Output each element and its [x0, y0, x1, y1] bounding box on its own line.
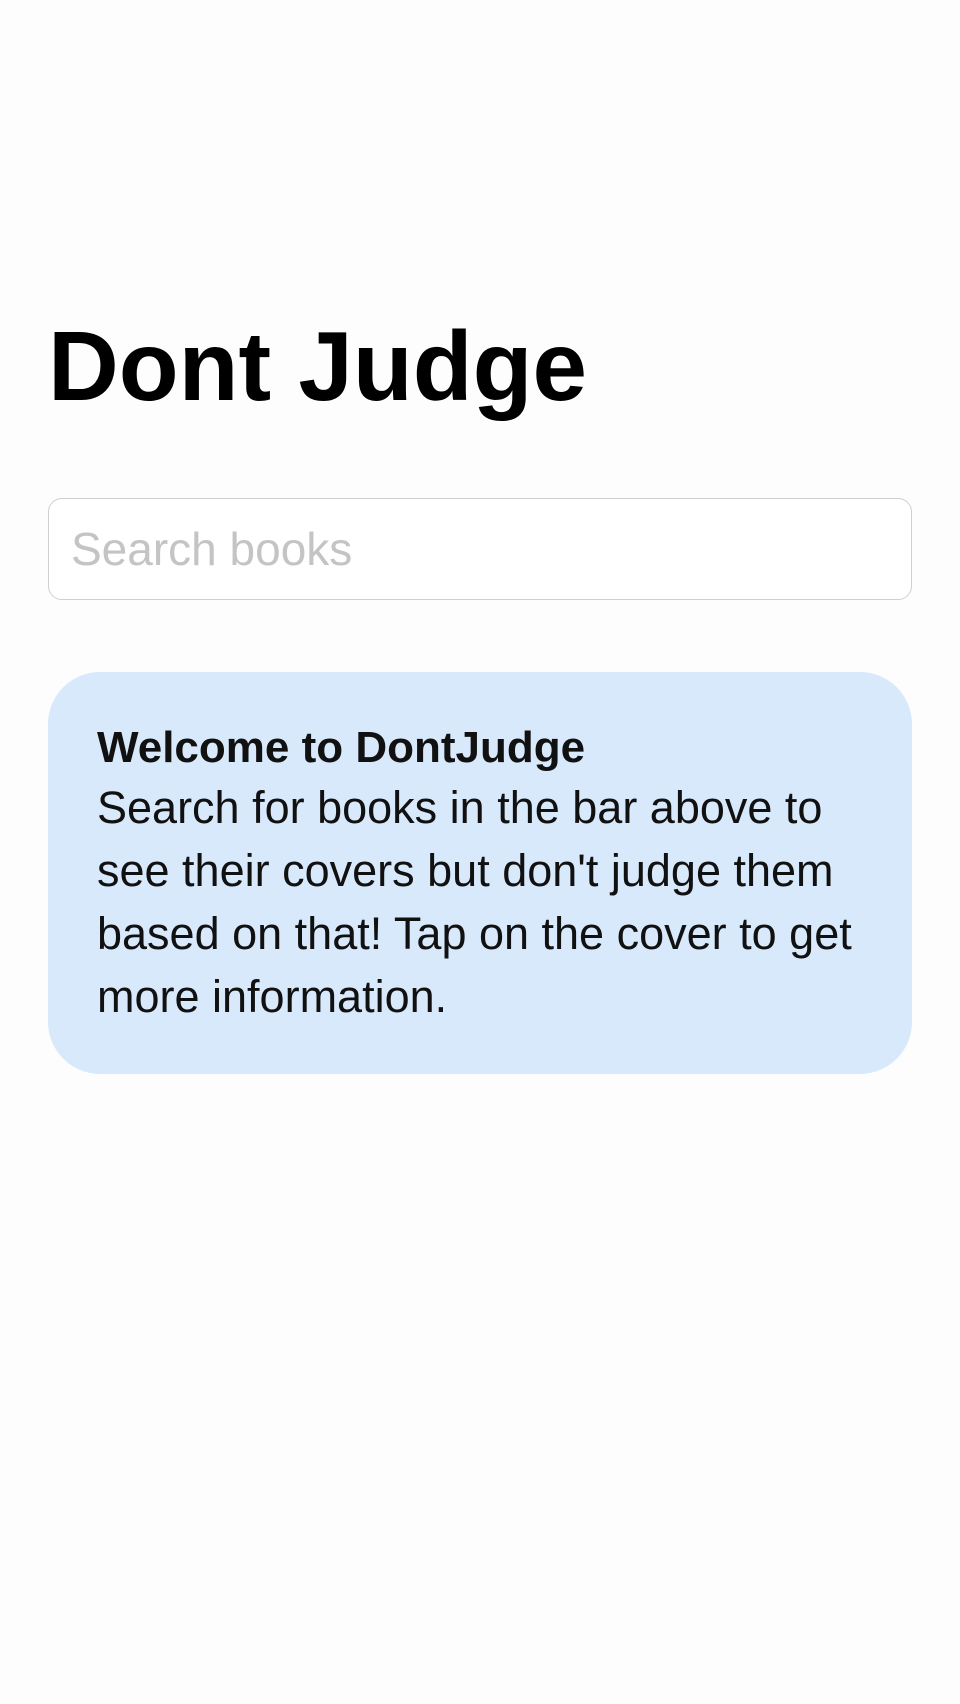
app-screen: Dont Judge Welcome to DontJudge Search f…: [0, 0, 960, 1704]
page-title: Dont Judge: [48, 311, 587, 421]
welcome-card: Welcome to DontJudge Search for books in…: [48, 672, 912, 1074]
search-input[interactable]: [48, 498, 912, 600]
welcome-message: Search for books in the bar above to see…: [97, 782, 852, 1022]
welcome-title: Welcome to DontJudge: [97, 723, 586, 772]
